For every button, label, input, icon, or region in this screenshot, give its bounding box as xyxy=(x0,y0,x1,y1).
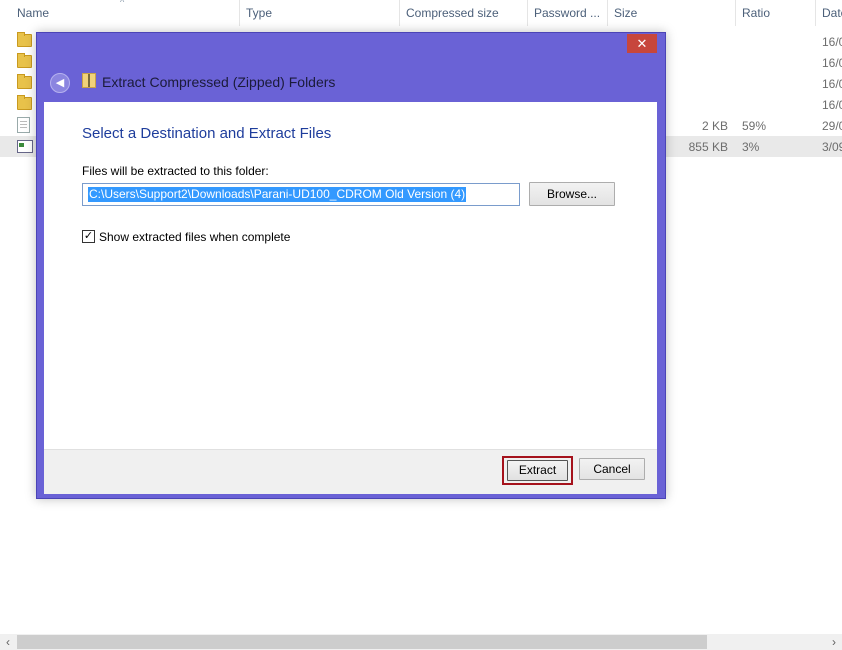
column-divider[interactable] xyxy=(527,0,528,26)
dialog-footer: Extract Cancel xyxy=(44,449,657,494)
back-button[interactable]: ◀ xyxy=(50,73,70,93)
extract-focus-outline: Extract xyxy=(502,456,573,485)
size-cell xyxy=(668,98,728,112)
size-cell xyxy=(668,35,728,49)
cancel-button[interactable]: Cancel xyxy=(579,458,645,480)
size-cell xyxy=(668,77,728,91)
folder-icon xyxy=(17,53,32,68)
destination-path-value: C:\Users\Support2\Downloads\Parani-UD100… xyxy=(88,187,467,202)
extract-button[interactable]: Extract xyxy=(507,460,568,481)
destination-label: Files will be extracted to this folder: xyxy=(82,164,269,178)
horizontal-scrollbar[interactable]: ‹ › xyxy=(0,634,842,650)
dialog-title: Extract Compressed (Zipped) Folders xyxy=(102,74,336,90)
column-divider[interactable] xyxy=(607,0,608,26)
column-divider[interactable] xyxy=(735,0,736,26)
date-cell: 16/0 xyxy=(822,56,842,70)
column-header-type[interactable]: Type xyxy=(246,6,272,20)
date-cell: 29/0 xyxy=(822,119,842,133)
folder-icon xyxy=(17,74,32,89)
column-header-ratio[interactable]: Ratio xyxy=(742,6,770,20)
ratio-cell: 59% xyxy=(742,119,767,133)
folder-icon xyxy=(17,32,32,47)
date-cell: 16/0 xyxy=(822,77,842,91)
application-icon xyxy=(17,140,33,153)
column-header-compressed-size[interactable]: Compressed size xyxy=(406,6,499,20)
column-header-size[interactable]: Size xyxy=(614,6,637,20)
scrollbar-thumb[interactable] xyxy=(17,635,707,649)
ratio-cell: 3% xyxy=(742,140,760,154)
date-cell: 3/09 xyxy=(822,140,842,154)
column-divider[interactable] xyxy=(815,0,816,26)
date-cell: 16/0 xyxy=(822,35,842,49)
sort-ascending-icon: ^ xyxy=(120,0,125,7)
column-header-password[interactable]: Password ... xyxy=(534,6,600,20)
close-icon: ✕ xyxy=(636,36,648,51)
date-cell: 16/0 xyxy=(822,98,842,112)
back-arrow-icon: ◀ xyxy=(55,77,65,89)
size-cell: 2 KB xyxy=(701,119,728,133)
checkmark-icon: ✓ xyxy=(83,230,94,242)
scroll-left-icon[interactable]: ‹ xyxy=(0,634,16,650)
column-divider[interactable] xyxy=(239,0,240,26)
folder-icon xyxy=(17,95,32,110)
page-heading: Select a Destination and Extract Files xyxy=(82,125,332,142)
size-cell xyxy=(668,56,728,70)
extract-dialog: ✕ ◀ Extract Compressed (Zipped) Folders … xyxy=(36,32,666,499)
column-header-date[interactable]: Date xyxy=(822,6,842,20)
text-file-icon xyxy=(17,117,30,133)
scroll-right-icon[interactable]: › xyxy=(826,634,842,650)
show-files-label[interactable]: Show extracted files when complete xyxy=(99,230,290,244)
size-cell: 855 KB xyxy=(688,140,728,154)
column-header-name[interactable]: Name xyxy=(17,6,49,20)
dialog-content: Select a Destination and Extract Files F… xyxy=(44,102,657,449)
browse-button[interactable]: Browse... xyxy=(529,182,615,206)
show-files-checkbox[interactable]: ✓ xyxy=(82,230,95,243)
zip-folder-icon xyxy=(82,73,96,88)
destination-path-input[interactable]: C:\Users\Support2\Downloads\Parani-UD100… xyxy=(82,183,520,206)
column-header-bar: Name ^ Type Compressed size Password ...… xyxy=(0,0,842,26)
close-button[interactable]: ✕ xyxy=(627,34,657,53)
column-divider[interactable] xyxy=(399,0,400,26)
